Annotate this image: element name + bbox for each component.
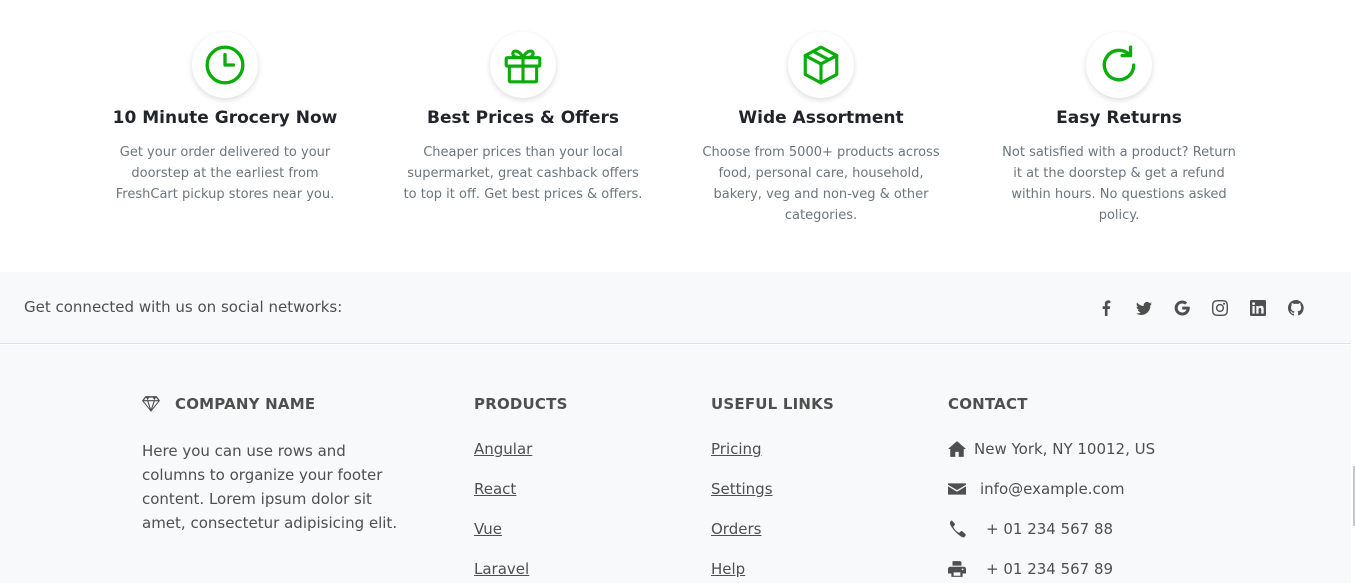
envelope-icon (948, 483, 966, 495)
feature-card-fast-delivery: 10 Minute Grocery Now Get your order del… (95, 32, 355, 205)
feature-description: Get your order delivered to your doorste… (115, 145, 335, 202)
footer-company-heading: COMPANY NAME (142, 395, 412, 413)
footer-company-column: COMPANY NAME Here you can use rows and c… (142, 395, 412, 535)
contact-address-text: New York, NY 10012, US (974, 440, 1156, 458)
footer-link-orders[interactable]: Orders (711, 519, 834, 539)
feature-card-easy-returns: Easy Returns Not satisfied with a produc… (989, 32, 1249, 226)
feature-icon-circle (192, 32, 258, 98)
footer-link-settings[interactable]: Settings (711, 479, 834, 499)
footer-useful-links-column: USEFUL LINKS Pricing Settings Orders Hel… (711, 395, 834, 579)
footer-company-description: Here you can use rows and columns to org… (142, 442, 398, 532)
footer-contact-list: New York, NY 10012, US info@example.com … (948, 439, 1155, 579)
feature-title: Best Prices & Offers (427, 108, 619, 128)
contact-email-text: info@example.com (980, 480, 1125, 498)
footer-link-vue[interactable]: Vue (474, 519, 568, 539)
feature-icon-circle (788, 32, 854, 98)
contact-address: New York, NY 10012, US (948, 439, 1155, 459)
feature-icon-circle (490, 32, 556, 98)
gift-icon (504, 49, 542, 84)
social-bar: Get connected with us on social networks… (0, 272, 1351, 344)
feature-description: Not satisfied with a product? Return it … (1002, 145, 1236, 223)
footer-products-heading: PRODUCTS (474, 395, 568, 413)
instagram-icon[interactable] (1211, 299, 1229, 317)
twitter-icon[interactable] (1135, 299, 1153, 317)
social-text: Get connected with us on social networks… (24, 298, 343, 316)
print-icon (948, 561, 966, 577)
contact-fax-text: + 01 234 567 89 (986, 560, 1114, 578)
footer-link-angular[interactable]: Angular (474, 439, 568, 459)
phone-icon (949, 520, 966, 538)
footer: COMPANY NAME Here you can use rows and c… (0, 345, 1351, 583)
feature-title: Wide Assortment (738, 108, 904, 128)
github-icon[interactable] (1287, 299, 1305, 317)
footer-useful-links-heading: USEFUL LINKS (711, 395, 834, 413)
footer-company-title: COMPANY NAME (175, 395, 316, 413)
feature-card-wide-assortment: Wide Assortment Choose from 5000+ produc… (691, 32, 951, 226)
feature-description: Choose from 5000+ products across food, … (702, 145, 940, 223)
refresh-icon (1102, 45, 1136, 82)
feature-description: Cheaper prices than your local supermark… (403, 145, 643, 202)
home-icon (948, 441, 966, 457)
contact-email: info@example.com (948, 479, 1155, 499)
facebook-icon[interactable] (1097, 299, 1115, 317)
box-icon (803, 45, 839, 85)
footer-link-help[interactable]: Help (711, 559, 834, 579)
footer-products-column: PRODUCTS Angular React Vue Laravel (474, 395, 568, 579)
feature-card-best-prices: Best Prices & Offers Cheaper prices than… (393, 32, 653, 205)
google-icon[interactable] (1173, 299, 1191, 317)
clock-icon (205, 45, 245, 85)
footer-contact-column: CONTACT New York, NY 10012, US info@exam… (948, 395, 1155, 579)
footer-link-react[interactable]: React (474, 479, 568, 499)
contact-phone-text: + 01 234 567 88 (986, 520, 1114, 538)
feature-icon-circle (1086, 32, 1152, 98)
feature-title: Easy Returns (1056, 108, 1182, 128)
social-icons (1097, 299, 1305, 317)
features-section: 10 Minute Grocery Now Get your order del… (0, 0, 1351, 272)
gem-icon (142, 396, 160, 412)
footer-link-laravel[interactable]: Laravel (474, 559, 568, 579)
footer-contact-heading: CONTACT (948, 395, 1028, 413)
footer-products-links: Angular React Vue Laravel (474, 439, 568, 579)
contact-fax: + 01 234 567 89 (948, 559, 1155, 579)
contact-phone: + 01 234 567 88 (948, 519, 1155, 539)
footer-useful-links: Pricing Settings Orders Help (711, 439, 834, 579)
footer-link-pricing[interactable]: Pricing (711, 439, 834, 459)
feature-title: 10 Minute Grocery Now (112, 108, 338, 128)
linkedin-icon[interactable] (1249, 299, 1267, 317)
